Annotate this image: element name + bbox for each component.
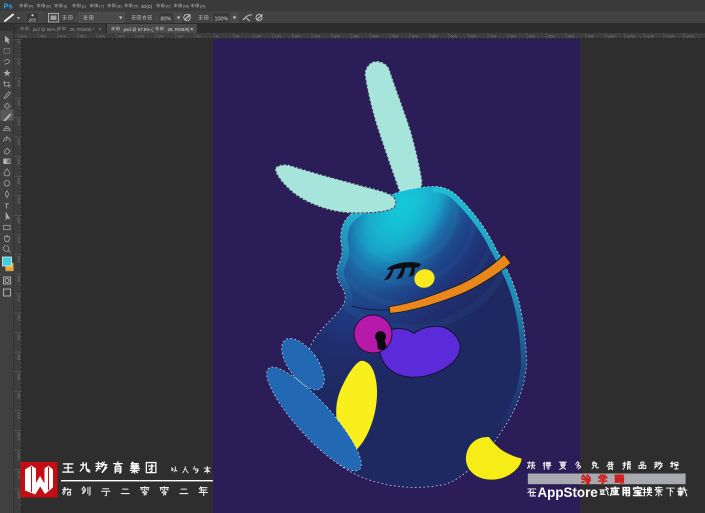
svg-text:450: 450 bbox=[16, 216, 21, 223]
svg-text:1100: 1100 bbox=[646, 34, 655, 39]
svg-text:50: 50 bbox=[16, 60, 21, 65]
svg-text:.psd @ 56% (: .psd @ 56% ( bbox=[32, 27, 59, 32]
svg-text::: : bbox=[156, 17, 157, 23]
svg-text:AppStore: AppStore bbox=[538, 485, 598, 500]
svg-text:(I): (I) bbox=[64, 5, 68, 9]
svg-text:200: 200 bbox=[29, 18, 37, 23]
svg-text:100: 100 bbox=[16, 79, 21, 86]
svg-text:1050: 1050 bbox=[626, 34, 636, 39]
svg-text:1150: 1150 bbox=[665, 34, 674, 39]
svg-text:(L): (L) bbox=[82, 5, 87, 9]
svg-text:1200: 1200 bbox=[685, 34, 695, 39]
svg-text:(Y): (Y) bbox=[99, 5, 105, 9]
svg-text::: : bbox=[76, 17, 77, 23]
svg-text:650: 650 bbox=[16, 294, 21, 301]
svg-text:(E): (E) bbox=[46, 5, 52, 9]
svg-text:550: 550 bbox=[16, 255, 21, 262]
svg-text:28, RGB/8) *: 28, RGB/8) * bbox=[168, 27, 193, 32]
svg-text:1000: 1000 bbox=[607, 34, 617, 39]
svg-text:.psd @ 67.6% (: .psd @ 67.6% ( bbox=[123, 27, 154, 32]
svg-text:(H): (H) bbox=[200, 5, 206, 9]
svg-text:(F): (F) bbox=[29, 5, 35, 9]
svg-text:750: 750 bbox=[16, 333, 21, 340]
svg-text:28, RGB/8) *: 28, RGB/8) * bbox=[70, 27, 95, 32]
svg-text:400: 400 bbox=[16, 196, 21, 203]
svg-text:80%: 80% bbox=[161, 16, 172, 22]
svg-text::: : bbox=[211, 17, 212, 23]
svg-text:(W): (W) bbox=[183, 5, 190, 9]
svg-text:(T): (T) bbox=[134, 5, 140, 9]
svg-text:3D(D): 3D(D) bbox=[141, 4, 153, 9]
svg-text:200: 200 bbox=[16, 118, 21, 125]
svg-text:(S): (S) bbox=[117, 5, 123, 9]
svg-text:600: 600 bbox=[16, 275, 21, 282]
svg-text:250: 250 bbox=[16, 138, 21, 145]
svg-text:T: T bbox=[5, 202, 10, 211]
svg-text:850: 850 bbox=[16, 372, 21, 379]
svg-text:150: 150 bbox=[16, 99, 21, 106]
svg-text:1000: 1000 bbox=[16, 431, 21, 441]
svg-text:350: 350 bbox=[16, 177, 21, 184]
svg-text:900: 900 bbox=[16, 392, 21, 399]
svg-text:700: 700 bbox=[16, 314, 21, 321]
svg-text:300: 300 bbox=[16, 157, 21, 164]
svg-text:500: 500 bbox=[16, 236, 21, 243]
svg-text:950: 950 bbox=[16, 411, 21, 418]
svg-text:(V): (V) bbox=[166, 5, 172, 9]
svg-text:0: 0 bbox=[16, 40, 21, 43]
svg-text:100%: 100% bbox=[215, 16, 229, 22]
svg-text:800: 800 bbox=[16, 353, 21, 360]
svg-text:Ps: Ps bbox=[4, 2, 13, 11]
